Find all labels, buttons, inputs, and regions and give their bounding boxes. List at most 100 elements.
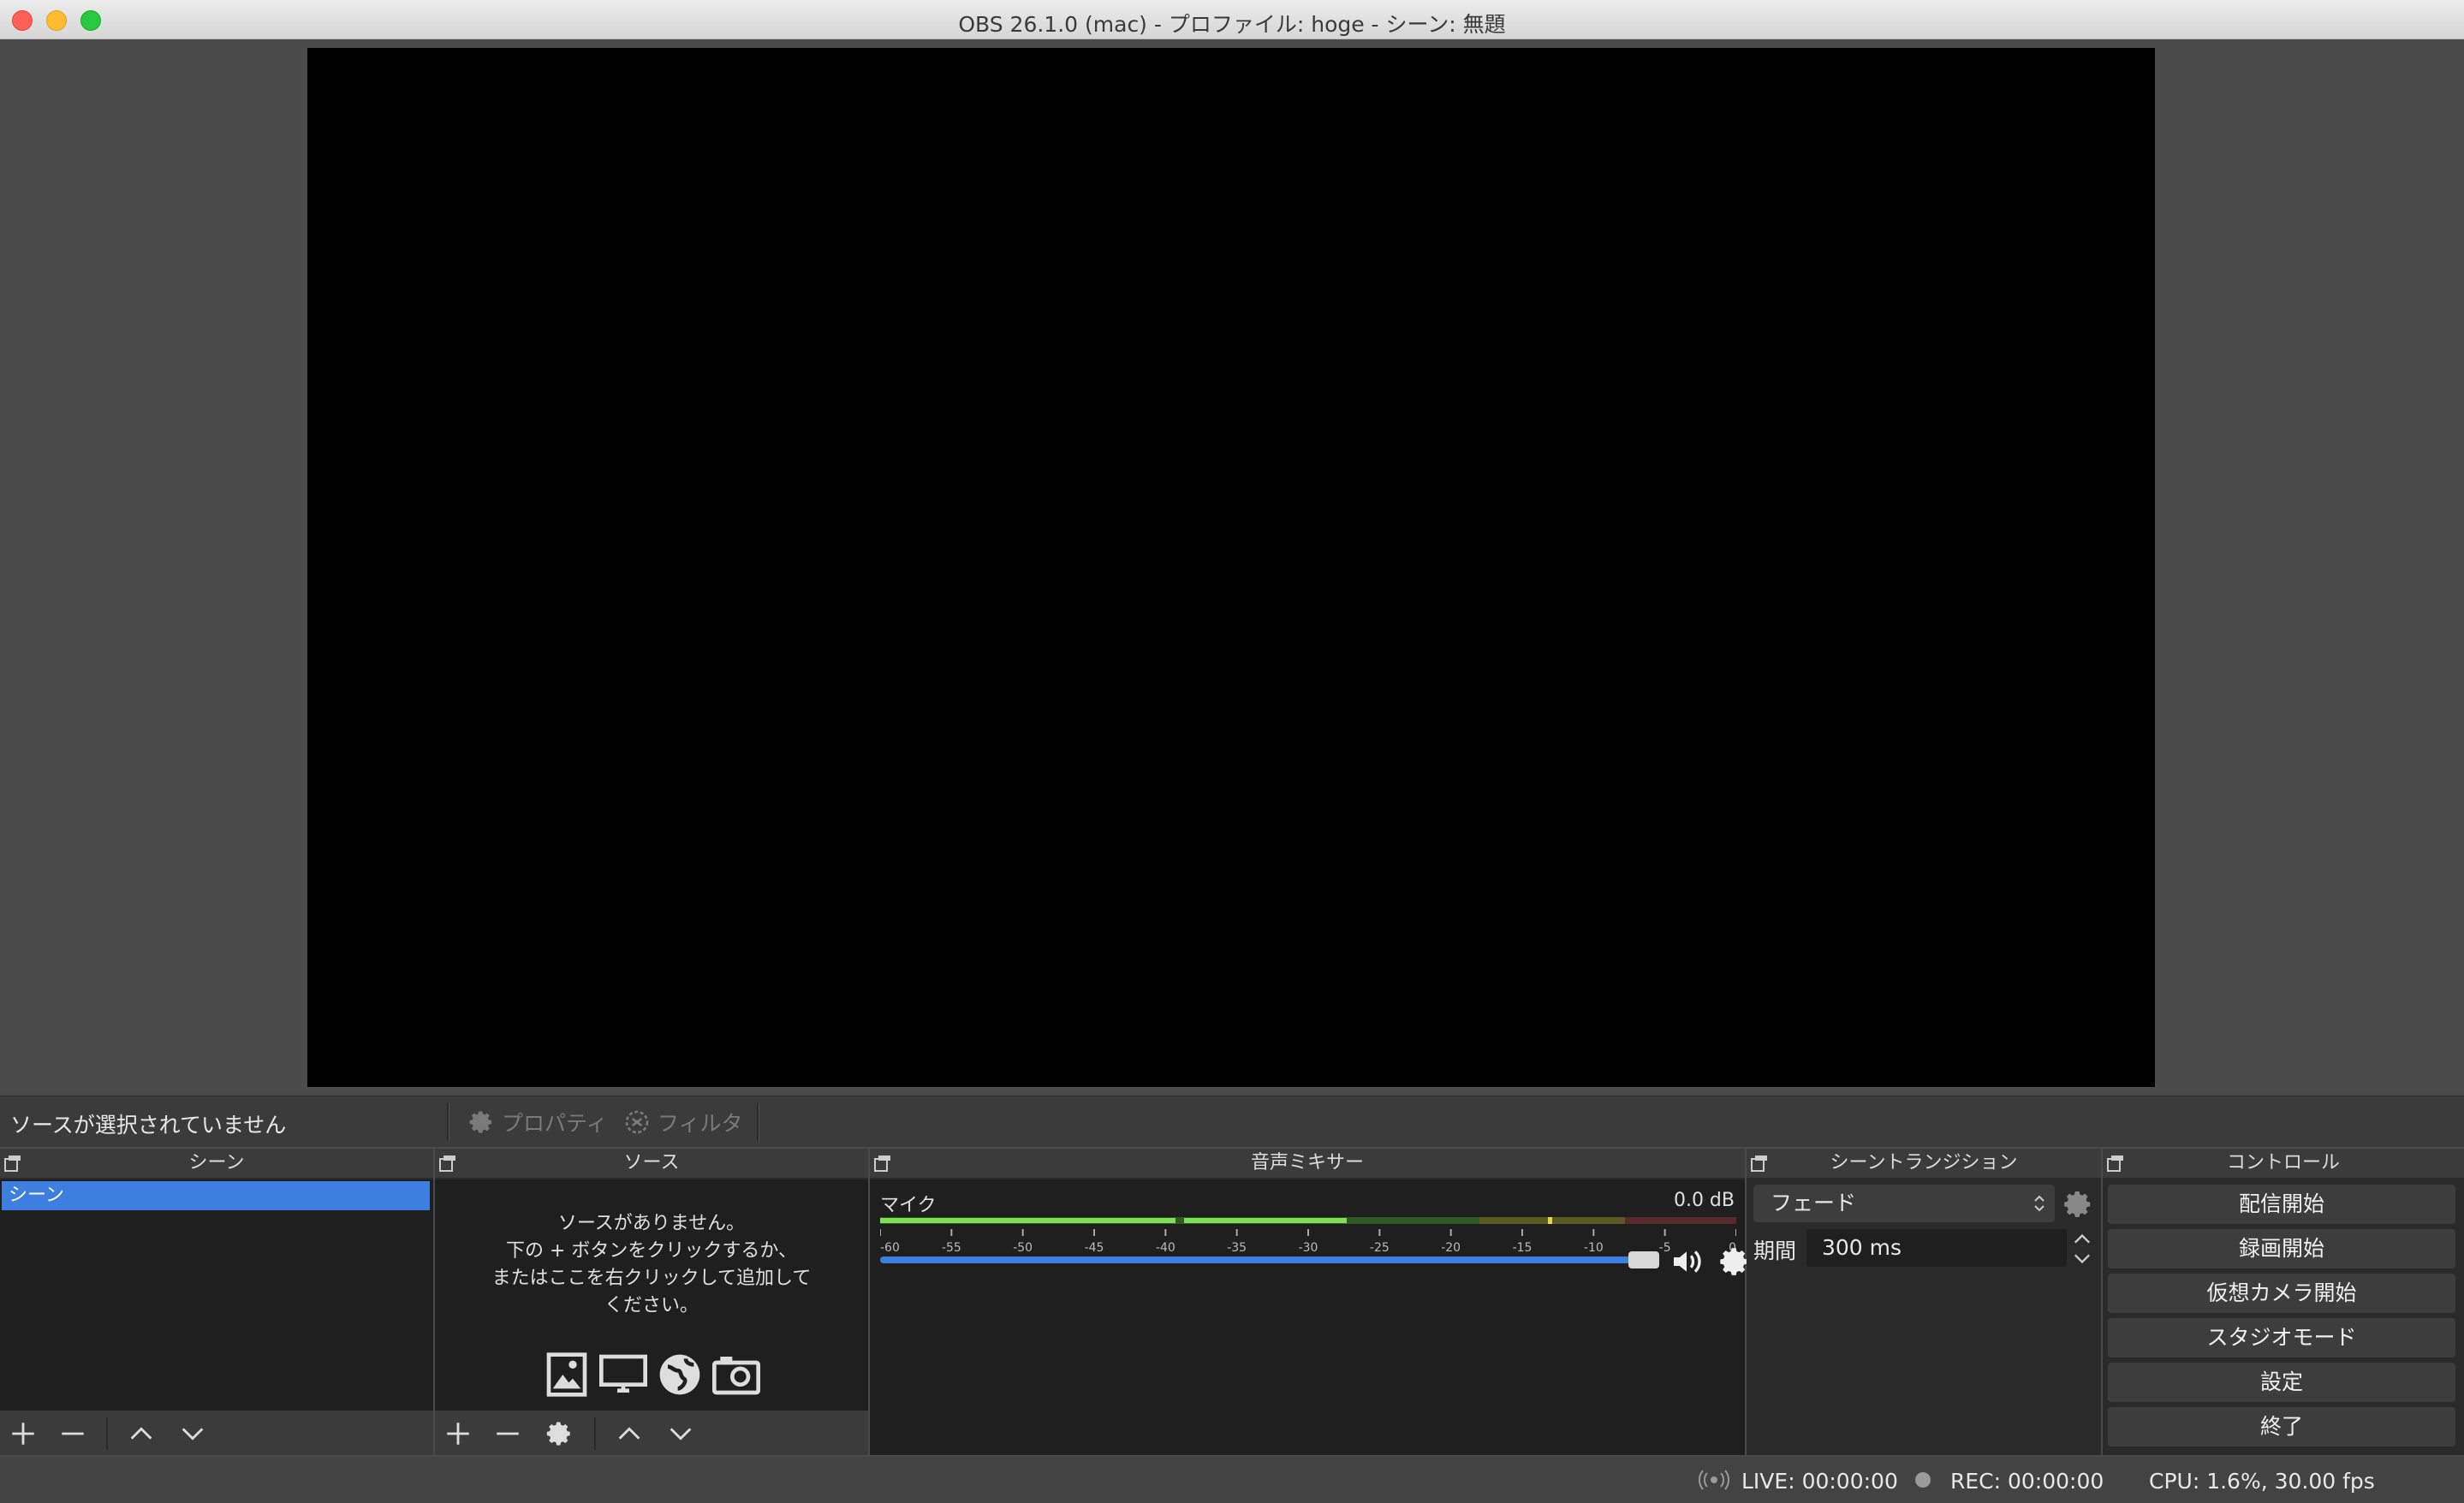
camera-icon — [712, 1357, 760, 1395]
footer-divider — [106, 1417, 108, 1450]
scenes-dock-title: シーン — [188, 1152, 245, 1173]
filter-icon — [625, 1110, 649, 1134]
minus-icon — [497, 1432, 519, 1435]
volume-slider-handle[interactable] — [1628, 1251, 1659, 1268]
start-streaming-button[interactable]: 配信開始 — [2108, 1185, 2455, 1224]
controls-dock-title: コントロール — [2226, 1152, 2340, 1173]
no-source-selected-label: ソースが選択されていません — [10, 1113, 287, 1138]
remove-source-button[interactable] — [491, 1417, 524, 1450]
status-bar: LIVE: 00:00:00 REC: 00:00:00 CPU: 1.6%, … — [0, 1457, 2464, 1503]
scenes-dock: シーン シーン — [0, 1149, 433, 1455]
gear-icon — [546, 1422, 570, 1446]
meter-tick-label: -35 — [1227, 1241, 1247, 1255]
duration-label: 期間 — [1753, 1239, 1797, 1263]
plus-icon — [447, 1423, 469, 1445]
properties-button[interactable]: プロパティ — [467, 1105, 608, 1139]
filters-button[interactable]: フィルタ — [623, 1105, 743, 1139]
exit-button[interactable]: 終了 — [2108, 1407, 2455, 1447]
image-icon — [546, 1352, 587, 1397]
meter-tick-label: -10 — [1584, 1241, 1604, 1255]
transitions-dock-header: シーントランジション — [1747, 1149, 2101, 1178]
sources-dock-title: ソース — [623, 1152, 680, 1173]
preview-canvas[interactable] — [307, 48, 2155, 1087]
performance-stats: CPU: 1.6%, 30.00 fps — [2149, 1469, 2375, 1494]
meter-tick-label: -20 — [1441, 1241, 1461, 1255]
chevron-up-icon — [130, 1427, 152, 1440]
chevron-up-icon[interactable] — [2070, 1229, 2094, 1248]
controls-dock: コントロール 配信開始 録画開始 仮想カメラ開始 スタジオモード 設定 終了 — [2103, 1149, 2464, 1455]
settings-button[interactable]: 設定 — [2108, 1363, 2455, 1402]
speaker-icon[interactable] — [1668, 1245, 1705, 1279]
studio-mode-button[interactable]: スタジオモード — [2108, 1318, 2455, 1357]
scene-transitions-dock: シーントランジション フェード 期間 300 ms — [1747, 1149, 2101, 1455]
mixer-level-readout: 0.0 dB — [1673, 1190, 1735, 1211]
start-virtual-camera-button[interactable]: 仮想カメラ開始 — [2108, 1274, 2455, 1313]
mixer-dock-header: 音声ミキサー — [870, 1149, 1745, 1178]
no-sources-line: ソースがありません。 — [557, 1213, 746, 1234]
meter-level-bar — [880, 1218, 1175, 1223]
undock-icon[interactable] — [3, 1154, 24, 1174]
globe-icon — [659, 1354, 700, 1395]
add-scene-button[interactable] — [7, 1417, 39, 1450]
display-icon — [599, 1354, 647, 1393]
move-scene-down-button[interactable] — [176, 1417, 209, 1450]
undock-icon[interactable] — [2106, 1154, 2127, 1174]
controls-dock-header: コントロール — [2103, 1149, 2464, 1178]
footer-divider — [594, 1417, 596, 1450]
record-dot-icon — [1915, 1472, 1931, 1488]
meter-peak-marker — [1548, 1217, 1552, 1224]
rec-timer: REC: 00:00:00 — [1950, 1469, 2104, 1494]
chevron-down-icon — [670, 1428, 692, 1441]
source-properties-button[interactable] — [543, 1417, 575, 1450]
audio-level-meter — [880, 1217, 1736, 1224]
meter-tick-label: -60 — [880, 1241, 900, 1255]
duration-input[interactable]: 300 ms — [1806, 1229, 2067, 1267]
gear-icon[interactable] — [2062, 1188, 2094, 1221]
chevron-up-icon — [618, 1427, 640, 1440]
add-source-button[interactable] — [442, 1417, 474, 1450]
minus-icon — [62, 1432, 84, 1435]
transition-select-value: フェード — [1771, 1191, 1857, 1215]
meter-tick-label: -15 — [1513, 1241, 1533, 1255]
gear-icon — [469, 1111, 491, 1133]
updown-chevron-icon — [2034, 1195, 2044, 1212]
move-source-down-button[interactable] — [664, 1417, 697, 1450]
live-timer: LIVE: 00:00:00 — [1741, 1469, 1898, 1494]
move-scene-up-button[interactable] — [125, 1417, 158, 1450]
no-sources-line: ください。 — [604, 1295, 699, 1316]
volume-slider-track[interactable] — [880, 1256, 1634, 1263]
undock-icon[interactable] — [438, 1154, 459, 1174]
meter-tick-label: -25 — [1370, 1241, 1390, 1255]
toolbar-divider — [757, 1103, 759, 1141]
move-source-up-button[interactable] — [613, 1417, 646, 1450]
preview-area — [0, 39, 2464, 1094]
chevron-down-icon[interactable] — [2070, 1250, 2094, 1268]
no-sources-line: 下の + ボタンをクリックするか、 — [506, 1240, 797, 1262]
meter-level-bar — [1184, 1218, 1347, 1223]
transition-select[interactable]: フェード — [1753, 1185, 2055, 1222]
filters-label: フィルタ — [658, 1111, 743, 1136]
meter-tick-label: -40 — [1156, 1241, 1175, 1255]
scenes-dock-header: シーン — [0, 1149, 433, 1178]
audio-mixer-dock: 音声ミキサー マイク 0.0 dB -60 -55 -50 -45 -40 -35 -30 -… — [870, 1149, 1747, 1455]
sources-dock-header: ソース — [435, 1149, 868, 1178]
mixer-dock-title: 音声ミキサー — [1250, 1152, 1364, 1173]
source-toolbar: ソースが選択されていません プロパティ フィルタ — [0, 1096, 2464, 1147]
start-recording-button[interactable]: 録画開始 — [2108, 1229, 2455, 1268]
broadcast-icon — [1699, 1470, 1729, 1490]
title-bar: OBS 26.1.0 (mac) - プロファイル: hoge - シーン: 無… — [0, 0, 2464, 39]
sources-footer — [435, 1411, 868, 1455]
scene-list-item[interactable]: シーン — [2, 1181, 430, 1210]
undock-icon[interactable] — [873, 1154, 894, 1174]
meter-scale: -60 -55 -50 -45 -40 -35 -30 -25 -20 -15 -10 -5 0 — [880, 1229, 1736, 1255]
meter-tick-label: -45 — [1085, 1241, 1104, 1255]
no-sources-message: ソースがありません。 下の + ボタンをクリックするか、 またはここを右クリック… — [435, 1210, 868, 1320]
no-sources-line: またはここを右クリックして追加して — [491, 1268, 812, 1289]
window-title: OBS 26.1.0 (mac) - プロファイル: hoge - シーン: 無… — [958, 12, 1506, 37]
remove-scene-button[interactable] — [57, 1417, 89, 1450]
chevron-down-icon — [182, 1428, 204, 1441]
meter-zone — [1625, 1217, 1736, 1224]
toolbar-divider — [447, 1103, 449, 1141]
undock-icon[interactable] — [1750, 1154, 1771, 1174]
scenes-footer — [0, 1411, 433, 1455]
